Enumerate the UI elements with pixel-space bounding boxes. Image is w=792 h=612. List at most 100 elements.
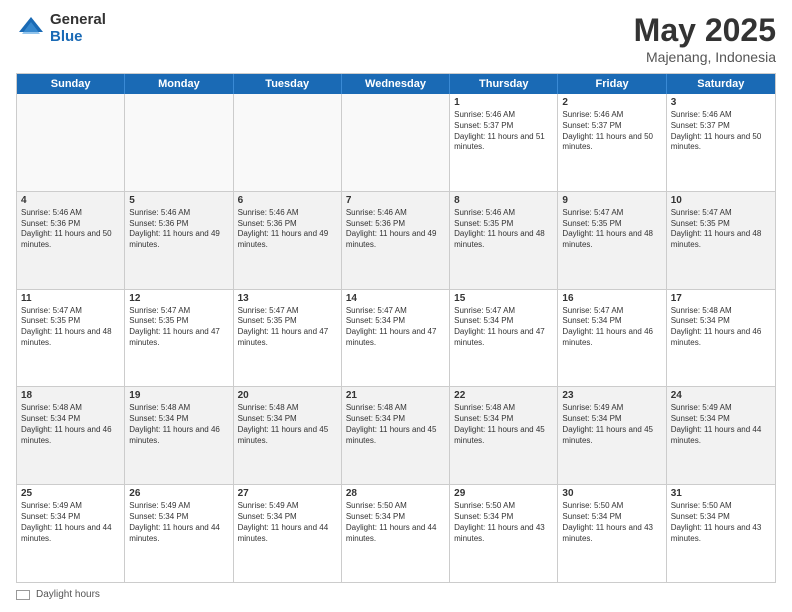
cell-text: Sunrise: 5:47 AMSunset: 5:35 PMDaylight:… [238, 306, 337, 349]
day-number: 3 [671, 97, 771, 108]
title-month: May 2025 [634, 12, 776, 49]
cal-cell: 22Sunrise: 5:48 AMSunset: 5:34 PMDayligh… [450, 387, 558, 484]
calendar-body: 1 Sunrise: 5:46 AMSunset: 5:37 PMDaylight… [17, 94, 775, 582]
cal-row-3: 11Sunrise: 5:47 AMSunset: 5:35 PMDayligh… [17, 289, 775, 387]
cal-cell: 18 Sunrise: 5:48 AMSunset: 5:34 PMDayligh… [17, 387, 125, 484]
cell-text: Sunrise: 5:47 AMSunset: 5:35 PMDaylight:… [129, 306, 228, 349]
cal-cell: 1Sunrise: 5:46 AMSunset: 5:37 PMDaylight… [450, 94, 558, 191]
cal-cell: 11Sunrise: 5:47 AMSunset: 5:35 PMDayligh… [17, 290, 125, 387]
cal-cell [125, 94, 233, 191]
day-number: 30 [562, 488, 661, 499]
cell-text: Sunrise: 5:46 AMSunset: 5:36 PMDaylight:… [346, 208, 445, 251]
cal-row-5: 25Sunrise: 5:49 AMSunset: 5:34 PMDayligh… [17, 484, 775, 582]
cell-text: Sunrise: 5:48 AMSunset: 5:34 PMDaylight:… [454, 403, 553, 446]
cell-text: Sunrise: 5:48 AMSunset: 5:34 PMDaylight:… [346, 403, 445, 446]
day-number: 27 [238, 488, 337, 499]
day-number: 24 [671, 390, 771, 401]
cal-row-1: 1 Sunrise: 5:46 AMSunset: 5:37 PMDaylight… [17, 94, 775, 191]
day-number: 4 [21, 195, 120, 206]
cell-text: Sunrise: 5:49 AMSunset: 5:34 PMDaylight:… [671, 403, 771, 446]
day-number: 1 [454, 97, 553, 108]
cal-cell: 24 Sunrise: 5:49 AMSunset: 5:34 PMDayligh… [667, 387, 775, 484]
cell-text: Sunrise: 5:50 AMSunset: 5:34 PMDaylight:… [562, 501, 661, 544]
cal-cell: 10Sunrise: 5:47 AMSunset: 5:35 PMDayligh… [667, 192, 775, 289]
day-number: 21 [346, 390, 445, 401]
cal-cell [234, 94, 342, 191]
footer: Daylight hours [16, 589, 776, 600]
day-number: 12 [129, 293, 228, 304]
cal-cell: 13 Sunrise: 5:47 AMSunset: 5:35 PMDayligh… [234, 290, 342, 387]
cal-cell: 23Sunrise: 5:49 AMSunset: 5:34 PMDayligh… [558, 387, 666, 484]
day-number: 16 [562, 293, 661, 304]
cal-cell: 16 Sunrise: 5:47 AMSunset: 5:34 PMDayligh… [558, 290, 666, 387]
cal-cell: 3Sunrise: 5:46 AMSunset: 5:37 PMDaylight… [667, 94, 775, 191]
page: General Blue May 2025 Majenang, Indonesi… [0, 0, 792, 612]
cell-text: Sunrise: 5:50 AMSunset: 5:34 PMDaylight:… [671, 501, 771, 544]
calendar-header: SundayMondayTuesdayWednesdayThursdayFrid… [17, 74, 775, 94]
cell-text: Sunrise: 5:48 AMSunset: 5:34 PMDaylight:… [21, 403, 120, 446]
cell-text: Sunrise: 5:49 AMSunset: 5:34 PMDaylight:… [238, 501, 337, 544]
cal-cell: 5 Sunrise: 5:46 AMSunset: 5:36 PMDaylight… [125, 192, 233, 289]
cal-cell: 4Sunrise: 5:46 AMSunset: 5:36 PMDaylight… [17, 192, 125, 289]
cal-header-saturday: Saturday [667, 74, 775, 94]
cal-cell: 25Sunrise: 5:49 AMSunset: 5:34 PMDayligh… [17, 485, 125, 582]
daylight-label: Daylight hours [36, 589, 100, 600]
cal-cell [17, 94, 125, 191]
cal-cell: 20Sunrise: 5:48 AMSunset: 5:34 PMDayligh… [234, 387, 342, 484]
cal-header-monday: Monday [125, 74, 233, 94]
cal-row-4: 18 Sunrise: 5:48 AMSunset: 5:34 PMDayligh… [17, 386, 775, 484]
day-number: 23 [562, 390, 661, 401]
cal-header-wednesday: Wednesday [342, 74, 450, 94]
day-number: 6 [238, 195, 337, 206]
cal-cell: 7Sunrise: 5:46 AMSunset: 5:36 PMDaylight… [342, 192, 450, 289]
day-number: 13 [238, 293, 337, 304]
cell-text: Sunrise: 5:49 AMSunset: 5:34 PMDaylight:… [129, 501, 228, 544]
day-number: 18 [21, 390, 120, 401]
title-location: Majenang, Indonesia [634, 49, 776, 65]
cell-text: Sunrise: 5:48 AMSunset: 5:34 PMDaylight:… [671, 306, 771, 349]
logo: General Blue [16, 12, 106, 45]
cell-text: Sunrise: 5:47 AMSunset: 5:35 PMDaylight:… [671, 208, 771, 251]
day-number: 15 [454, 293, 553, 304]
header: General Blue May 2025 Majenang, Indonesi… [16, 12, 776, 65]
cal-cell: 2 Sunrise: 5:46 AMSunset: 5:37 PMDaylight… [558, 94, 666, 191]
logo-icon [16, 14, 46, 44]
cal-header-sunday: Sunday [17, 74, 125, 94]
day-number: 8 [454, 195, 553, 206]
cal-header-thursday: Thursday [450, 74, 558, 94]
cell-text: Sunrise: 5:47 AMSunset: 5:34 PMDaylight:… [454, 306, 553, 349]
day-number: 19 [129, 390, 228, 401]
cell-text: Sunrise: 5:47 AMSunset: 5:35 PMDaylight:… [562, 208, 661, 251]
cell-text: Sunrise: 5:47 AMSunset: 5:34 PMDaylight:… [562, 306, 661, 349]
cal-cell: 12 Sunrise: 5:47 AMSunset: 5:35 PMDayligh… [125, 290, 233, 387]
cal-cell: 14Sunrise: 5:47 AMSunset: 5:34 PMDayligh… [342, 290, 450, 387]
day-number: 26 [129, 488, 228, 499]
cal-cell: 21 Sunrise: 5:48 AMSunset: 5:34 PMDayligh… [342, 387, 450, 484]
cell-text: Sunrise: 5:46 AMSunset: 5:37 PMDaylight:… [562, 110, 661, 153]
day-number: 2 [562, 97, 661, 108]
cell-text: Sunrise: 5:46 AMSunset: 5:36 PMDaylight:… [129, 208, 228, 251]
title-block: May 2025 Majenang, Indonesia [634, 12, 776, 65]
cal-header-friday: Friday [558, 74, 666, 94]
cal-cell: 17Sunrise: 5:48 AMSunset: 5:34 PMDayligh… [667, 290, 775, 387]
logo-text: General Blue [50, 12, 106, 45]
day-number: 31 [671, 488, 771, 499]
cal-row-2: 4 Sunrise: 5:46 AMSunset: 5:36 PMDaylight… [17, 191, 775, 289]
logo-blue: Blue [50, 29, 106, 46]
day-number: 14 [346, 293, 445, 304]
calendar: SundayMondayTuesdayWednesdayThursdayFrid… [16, 73, 776, 583]
cell-text: Sunrise: 5:48 AMSunset: 5:34 PMDaylight:… [129, 403, 228, 446]
day-number: 20 [238, 390, 337, 401]
day-number: 5 [129, 195, 228, 206]
cal-cell: 8 Sunrise: 5:46 AMSunset: 5:35 PMDaylight… [450, 192, 558, 289]
cal-cell: 28Sunrise: 5:50 AMSunset: 5:34 PMDayligh… [342, 485, 450, 582]
cal-cell: 31 Sunrise: 5:50 AMSunset: 5:34 PMDayligh… [667, 485, 775, 582]
cal-cell: 6Sunrise: 5:46 AMSunset: 5:36 PMDaylight… [234, 192, 342, 289]
day-number: 28 [346, 488, 445, 499]
cal-header-tuesday: Tuesday [234, 74, 342, 94]
cal-cell: 15 Sunrise: 5:47 AMSunset: 5:34 PMDayligh… [450, 290, 558, 387]
cal-cell [342, 94, 450, 191]
cell-text: Sunrise: 5:46 AMSunset: 5:35 PMDaylight:… [454, 208, 553, 251]
day-number: 9 [562, 195, 661, 206]
cal-cell: 29Sunrise: 5:50 AMSunset: 5:34 PMDayligh… [450, 485, 558, 582]
